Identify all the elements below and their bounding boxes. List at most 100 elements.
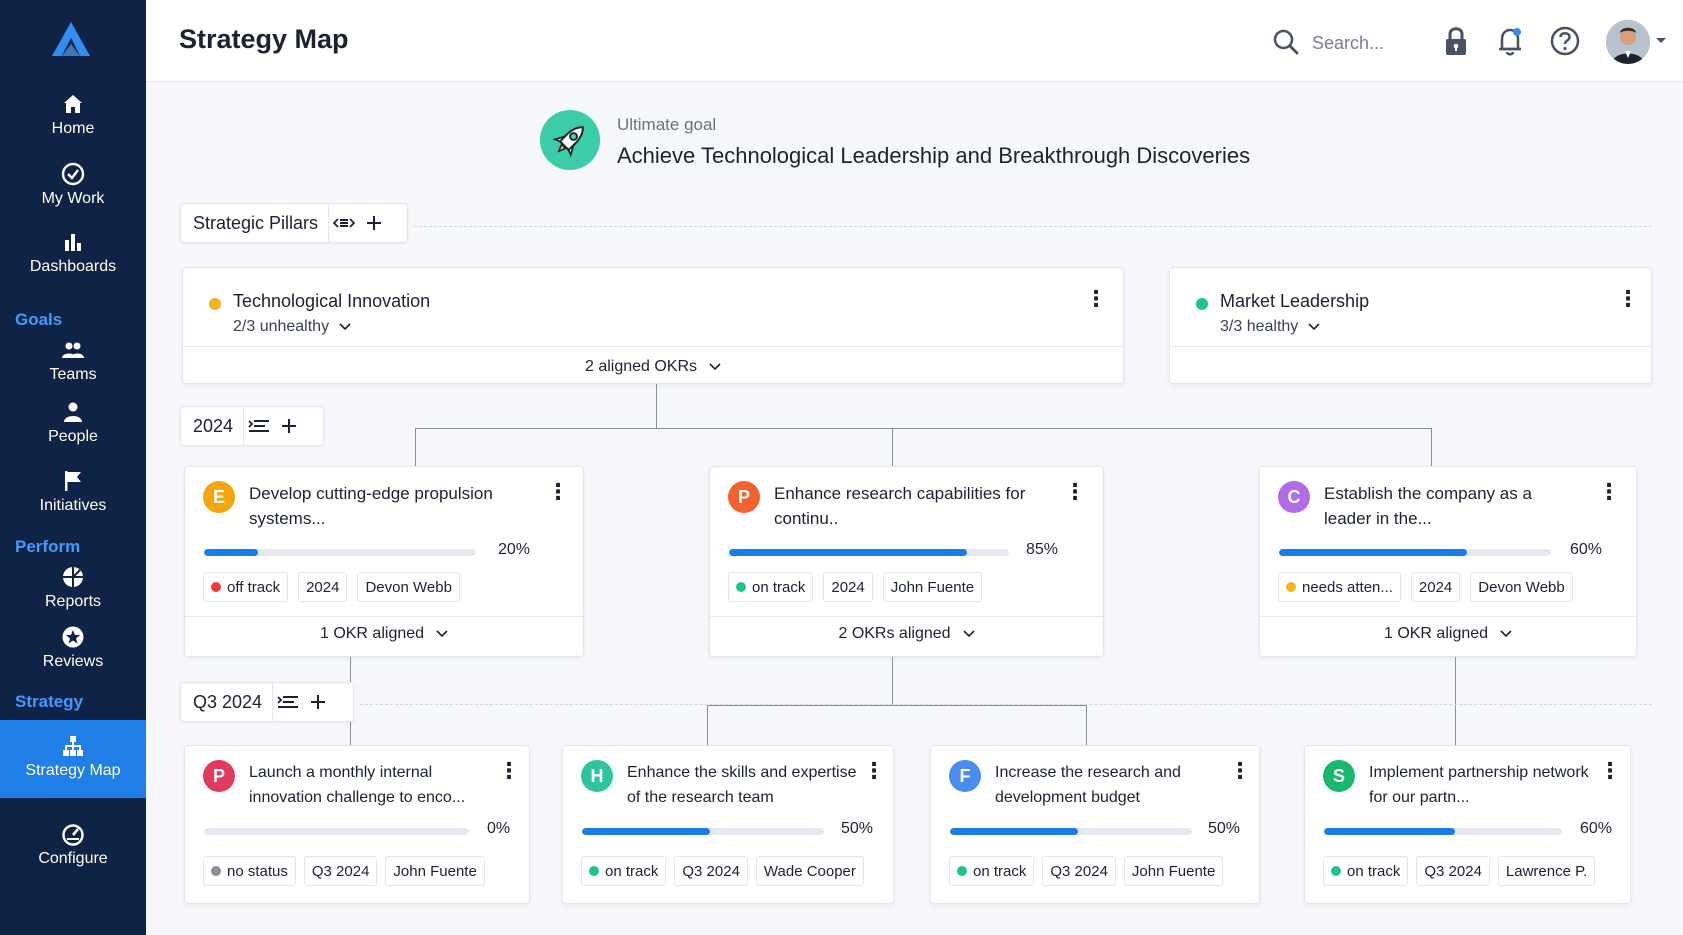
aligned-okrs-toggle[interactable]: 1 OKR aligned (185, 625, 583, 643)
pillar-card[interactable]: Technological Innovation 2/3 unhealthy ⋮… (182, 267, 1124, 384)
owner-chip[interactable]: John Fuente (385, 856, 485, 886)
chevron-down-icon[interactable] (1654, 34, 1668, 48)
owner-chip[interactable]: John Fuente (1123, 856, 1224, 886)
okr-card[interactable]: P Launch a monthly internal innovation c… (184, 745, 530, 904)
period-chip[interactable]: 2024 (823, 572, 873, 602)
status-chip[interactable]: off track (203, 572, 289, 602)
search-icon[interactable] (1272, 28, 1300, 56)
nav-my-work[interactable]: My Work (0, 162, 146, 208)
hierarchy-icon (63, 736, 83, 756)
connector-line (1455, 657, 1456, 745)
status-chip[interactable]: on track (1323, 856, 1409, 886)
progress-percent: 0% (487, 820, 511, 837)
pillar-title[interactable]: Market Leadership (1220, 291, 1369, 312)
collapse-toggle-button[interactable] (273, 687, 303, 717)
nav-reports[interactable]: Reports (0, 565, 146, 611)
nav-reviews[interactable]: Reviews (0, 625, 146, 671)
okr-card[interactable]: C Establish the company as a leader in t… (1259, 466, 1637, 657)
okr-title[interactable]: Increase the research and development bu… (995, 760, 1215, 810)
owner-chip[interactable]: Devon Webb (357, 572, 460, 602)
period-chip[interactable]: Q3 2024 (1042, 856, 1116, 886)
okr-title[interactable]: Enhance the skills and expertise of the … (627, 760, 857, 810)
status-label: on track (1347, 862, 1401, 880)
nav-label: Reports (44, 593, 102, 610)
more-options-icon[interactable]: ⋮ (1085, 288, 1107, 314)
status-chip[interactable]: no status (203, 856, 296, 886)
status-chip[interactable]: on track (728, 572, 814, 602)
pillar-health[interactable]: 2/3 unhealthy (233, 318, 351, 336)
more-options-icon[interactable]: ⋮ (1064, 481, 1086, 507)
more-options-icon[interactable]: ⋮ (1617, 288, 1639, 314)
connector-line (1086, 705, 1087, 745)
progress-fill (1324, 828, 1455, 835)
okr-title[interactable]: Implement partnership network for our pa… (1369, 760, 1589, 810)
status-chip[interactable]: on track (949, 856, 1035, 886)
collapse-toggle-button[interactable] (329, 208, 359, 238)
user-avatar[interactable] (1606, 20, 1650, 64)
nav-configure[interactable]: Configure (0, 822, 146, 868)
nav-dashboards[interactable]: Dashboards (0, 230, 146, 276)
progress-fill (950, 828, 1079, 835)
owner-chip[interactable]: Lawrence P. (1497, 856, 1596, 886)
aligned-okrs-toggle[interactable]: 1 OKR aligned (1260, 625, 1636, 643)
aligned-okrs-toggle[interactable]: 2 OKRs aligned (710, 625, 1103, 643)
more-options-icon[interactable]: ⋮ (1229, 760, 1251, 786)
period-chip[interactable]: 2024 (298, 572, 348, 602)
pillar-card[interactable]: Market Leadership 3/3 healthy ⋮ (1169, 267, 1652, 384)
top-bar: Strategy Map (146, 0, 1683, 82)
okr-title[interactable]: Enhance research capabilities for contin… (774, 481, 1044, 531)
status-label: needs atten... (1302, 578, 1393, 596)
okr-card[interactable]: E Develop cutting-edge propulsion system… (184, 466, 584, 657)
owner-chip[interactable]: John Fuente (882, 572, 983, 602)
goal-title[interactable]: Achieve Technological Leadership and Bre… (617, 143, 1250, 169)
pillar-health[interactable]: 3/3 healthy (1220, 318, 1320, 336)
more-options-icon[interactable]: ⋮ (1599, 760, 1621, 786)
collapse-toggle-button[interactable] (244, 411, 274, 441)
status-label: on track (605, 862, 659, 880)
more-options-icon[interactable]: ⋮ (498, 760, 520, 786)
list-indent-icon (248, 420, 270, 432)
owner-chip[interactable]: Wade Cooper (755, 856, 864, 886)
period-chip[interactable]: 2024 (1410, 572, 1461, 602)
nav-teams[interactable]: Teams (0, 338, 146, 384)
notification-bell-icon[interactable] (1493, 24, 1527, 58)
okr-title[interactable]: Establish the company as a leader in the… (1324, 481, 1564, 531)
okr-card[interactable]: P Enhance research capabilities for cont… (709, 466, 1104, 657)
add-okr-button[interactable] (274, 411, 304, 441)
more-options-icon[interactable]: ⋮ (547, 481, 569, 507)
more-options-icon[interactable]: ⋮ (1598, 481, 1620, 507)
status-chip[interactable]: on track (581, 856, 667, 886)
add-pillar-button[interactable] (359, 208, 389, 238)
period-chip[interactable]: Q3 2024 (1416, 856, 1490, 886)
app-logo[interactable] (50, 20, 92, 58)
progress-bar (204, 549, 476, 556)
aligned-okrs-toggle[interactable]: 2 aligned OKRs (183, 358, 1123, 376)
more-options-icon[interactable]: ⋮ (863, 760, 885, 786)
status-chip[interactable]: needs atten... (1278, 572, 1401, 602)
add-okr-button[interactable] (303, 687, 333, 717)
nav-strategy-map[interactable]: Strategy Map (0, 720, 146, 798)
help-icon[interactable] (1548, 24, 1582, 58)
nav-initiatives[interactable]: Initiatives (0, 469, 146, 515)
nav-home[interactable]: Home (0, 92, 146, 138)
gauge-icon (62, 824, 84, 846)
progress-bar (1324, 828, 1562, 835)
okr-card[interactable]: F Increase the research and development … (930, 745, 1260, 904)
okr-card[interactable]: H Enhance the skills and expertise of th… (562, 745, 894, 904)
lock-icon[interactable] (1439, 24, 1473, 58)
nav-label: Teams (49, 366, 97, 383)
nav-people[interactable]: People (0, 400, 146, 446)
owner-chip[interactable]: Devon Webb (1470, 572, 1573, 602)
period-chip[interactable]: Q3 2024 (303, 856, 378, 886)
teams-icon (62, 342, 84, 358)
pillar-title[interactable]: Technological Innovation (233, 291, 430, 312)
status-label: off track (227, 578, 281, 596)
card-divider (183, 346, 1123, 347)
progress-bar (204, 828, 469, 835)
okr-title[interactable]: Launch a monthly internal innovation cha… (249, 760, 479, 810)
okr-card[interactable]: S Implement partnership network for our … (1304, 745, 1631, 904)
period-chip[interactable]: Q3 2024 (674, 856, 748, 886)
okr-title[interactable]: Develop cutting-edge propulsion systems.… (249, 481, 519, 531)
progress-fill (204, 549, 259, 556)
health-dot (1196, 298, 1208, 310)
